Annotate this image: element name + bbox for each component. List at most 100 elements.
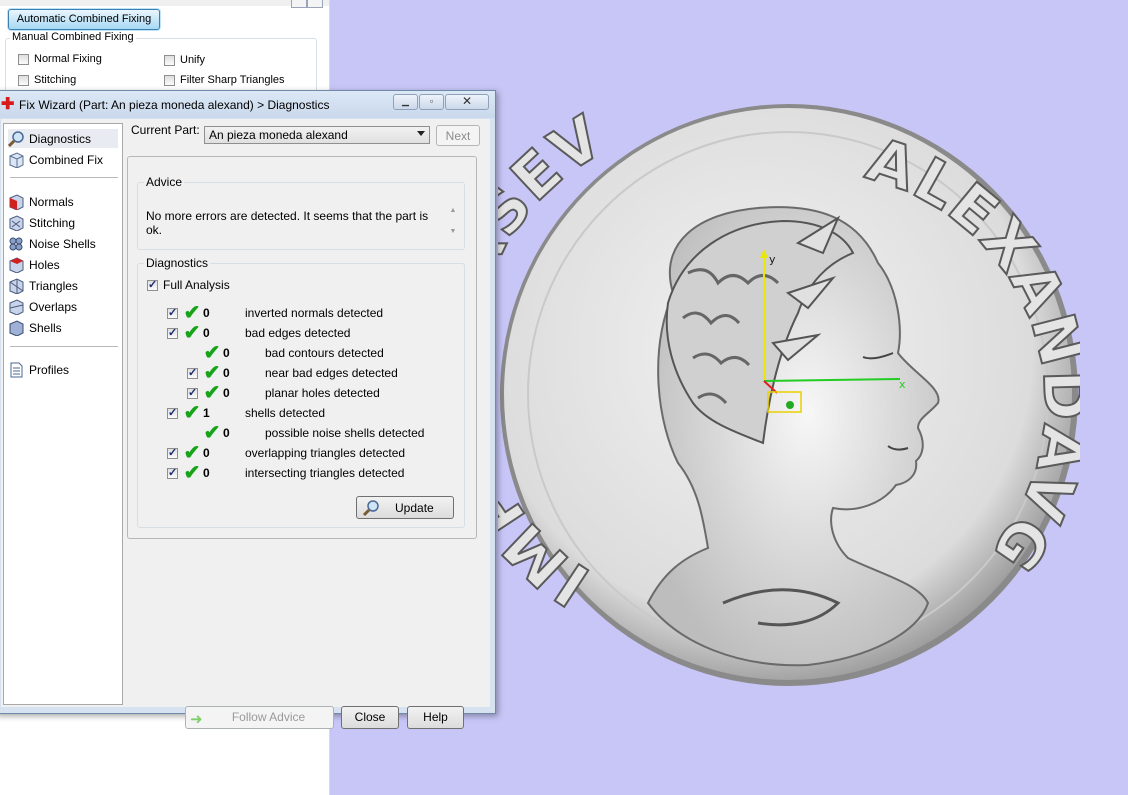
full-analysis-label: Full Analysis bbox=[163, 278, 230, 292]
checkbox-box[interactable] bbox=[167, 306, 178, 319]
nav-item-overlaps[interactable]: Overlaps bbox=[8, 297, 77, 316]
nav-item-combined-fix[interactable]: Combined Fix bbox=[8, 150, 103, 169]
nav-label: Diagnostics bbox=[29, 131, 92, 146]
follow-advice-label: Follow Advice bbox=[231, 710, 306, 724]
automatic-combined-fixing-button[interactable]: Automatic Combined Fixing bbox=[8, 9, 160, 30]
diagnostic-row: ✔ 0 possible noise shells detected bbox=[203, 422, 425, 444]
checkbox-box[interactable] bbox=[187, 386, 198, 399]
normals-cube-icon bbox=[8, 193, 24, 211]
panel-top-strip bbox=[0, 0, 329, 6]
green-check-icon: ✔ bbox=[183, 302, 201, 324]
nav-label: Holes bbox=[29, 257, 60, 272]
close-button[interactable]: Close bbox=[341, 706, 399, 729]
stitching-checkbox[interactable]: Stitching bbox=[18, 74, 76, 86]
nav-label: Normals bbox=[29, 194, 74, 209]
panel-button[interactable] bbox=[291, 0, 307, 8]
diagnostics-group: Diagnostics Full Analysis ✔ 0 inverted n… bbox=[137, 256, 465, 528]
title-bar[interactable]: ✚ Fix Wizard (Part: An pieza moneda alex… bbox=[0, 91, 495, 118]
arrow-right-icon: ➜ bbox=[190, 711, 203, 728]
green-check-icon: ✔ bbox=[183, 462, 201, 484]
shells-cube-icon bbox=[8, 319, 24, 337]
nav-separator bbox=[10, 177, 118, 178]
y-axis-label: y bbox=[769, 253, 776, 266]
green-check-icon: ✔ bbox=[203, 342, 221, 364]
nav-item-shells[interactable]: Shells bbox=[8, 318, 62, 337]
wizard-navigation: Diagnostics Combined Fix Normals Stitchi… bbox=[3, 123, 123, 705]
window-client-area: Diagnostics Combined Fix Normals Stitchi… bbox=[1, 119, 490, 729]
diagnostic-count: 0 bbox=[203, 306, 210, 320]
green-check-icon: ✔ bbox=[183, 322, 201, 344]
follow-advice-button[interactable]: ➜ Follow Advice bbox=[185, 706, 334, 729]
diagnostic-label: bad edges detected bbox=[245, 326, 351, 340]
diagnostic-label: near bad edges detected bbox=[265, 366, 398, 380]
advice-scrollbar[interactable]: ▲ ▼ bbox=[446, 207, 460, 243]
full-analysis-checkbox[interactable]: Full Analysis bbox=[147, 278, 230, 292]
nav-item-triangles[interactable]: Triangles bbox=[8, 276, 78, 295]
green-check-icon: ✔ bbox=[203, 422, 221, 444]
checkbox-box[interactable] bbox=[167, 326, 178, 339]
window-title: Fix Wizard (Part: An pieza moneda alexan… bbox=[19, 98, 330, 112]
checkbox-box[interactable] bbox=[18, 53, 29, 65]
diagnostic-count: 0 bbox=[223, 426, 230, 440]
checkbox-box[interactable] bbox=[167, 466, 178, 479]
nav-label: Profiles bbox=[29, 362, 70, 377]
help-button[interactable]: Help bbox=[407, 706, 464, 729]
green-check-icon: ✔ bbox=[203, 382, 221, 404]
green-check-icon: ✔ bbox=[183, 442, 201, 464]
overlaps-cube-icon bbox=[8, 298, 24, 316]
diagnostic-row: ✔ 0 bad contours detected bbox=[203, 342, 384, 364]
update-button[interactable]: Update bbox=[356, 496, 454, 519]
unify-checkbox[interactable]: Unify bbox=[164, 54, 205, 66]
diagnostic-row: ✔ 0 intersecting triangles detected bbox=[167, 462, 404, 484]
current-part-label: Current Part: bbox=[131, 123, 200, 137]
current-part-value: An pieza moneda alexand bbox=[209, 128, 348, 142]
checkbox-label: Stitching bbox=[34, 74, 77, 86]
checkbox-box[interactable] bbox=[147, 278, 158, 291]
next-button[interactable]: Next bbox=[436, 125, 480, 146]
diagnostic-label: overlapping triangles detected bbox=[245, 446, 406, 460]
diagnostic-label: possible noise shells detected bbox=[265, 426, 425, 440]
nav-item-noise-shells[interactable]: Noise Shells bbox=[8, 234, 96, 253]
nav-label: Combined Fix bbox=[29, 152, 104, 167]
diagnostic-count: 0 bbox=[203, 446, 210, 460]
minimize-button[interactable]: ▁ bbox=[393, 94, 418, 110]
coin-model[interactable]: IMPCMAVRSEV ALEXANDAVG y x bbox=[498, 103, 1080, 688]
diagnostic-count: 0 bbox=[223, 346, 230, 360]
nav-item-normals[interactable]: Normals bbox=[8, 192, 74, 211]
checkbox-box[interactable] bbox=[187, 366, 198, 379]
nav-item-stitching[interactable]: Stitching bbox=[8, 213, 75, 232]
checkbox-box[interactable] bbox=[18, 74, 29, 86]
x-axis-label: x bbox=[899, 378, 906, 391]
maximize-button[interactable]: ▫ bbox=[419, 94, 444, 110]
nav-item-profiles[interactable]: Profiles bbox=[8, 360, 69, 379]
checkbox-box[interactable] bbox=[167, 446, 178, 459]
diagnostic-row: ✔ 1 shells detected bbox=[167, 403, 325, 423]
update-label: Update bbox=[395, 501, 434, 515]
green-check-icon: ✔ bbox=[203, 362, 221, 384]
diagnostic-row: ✔ 0 bad edges detected bbox=[167, 322, 351, 344]
fix-wizard-window[interactable]: ✚ Fix Wizard (Part: An pieza moneda alex… bbox=[0, 90, 496, 729]
group-label: Manual Combined Fixing bbox=[10, 31, 136, 43]
checkbox-box[interactable] bbox=[167, 406, 178, 419]
checkbox-box[interactable] bbox=[164, 74, 175, 86]
nav-item-diagnostics[interactable]: Diagnostics bbox=[7, 129, 118, 148]
magnifier-icon bbox=[362, 499, 380, 520]
checkbox-label: Unify bbox=[180, 54, 206, 66]
nav-item-holes[interactable]: Holes bbox=[8, 255, 60, 274]
magnifier-icon bbox=[7, 130, 24, 147]
advice-text: No more errors are detected. It seems th… bbox=[146, 209, 445, 241]
filter-sharp-triangles-checkbox[interactable]: Filter Sharp Triangles bbox=[164, 74, 285, 86]
nav-label: Shells bbox=[29, 320, 62, 335]
panel-button[interactable] bbox=[307, 0, 323, 8]
checkbox-box[interactable] bbox=[164, 54, 175, 66]
origin-dot bbox=[786, 401, 794, 409]
diagnostic-count: 1 bbox=[203, 406, 210, 420]
close-window-button[interactable]: ✕ bbox=[445, 94, 489, 110]
nav-separator bbox=[10, 346, 118, 347]
triangles-cube-icon bbox=[8, 277, 24, 295]
checkbox-label: Normal Fixing bbox=[34, 53, 102, 65]
advice-label: Advice bbox=[144, 175, 185, 189]
current-part-dropdown[interactable]: An pieza moneda alexand bbox=[204, 126, 430, 144]
holes-cube-icon bbox=[8, 256, 24, 274]
normal-fixing-checkbox[interactable]: Normal Fixing bbox=[18, 53, 102, 65]
